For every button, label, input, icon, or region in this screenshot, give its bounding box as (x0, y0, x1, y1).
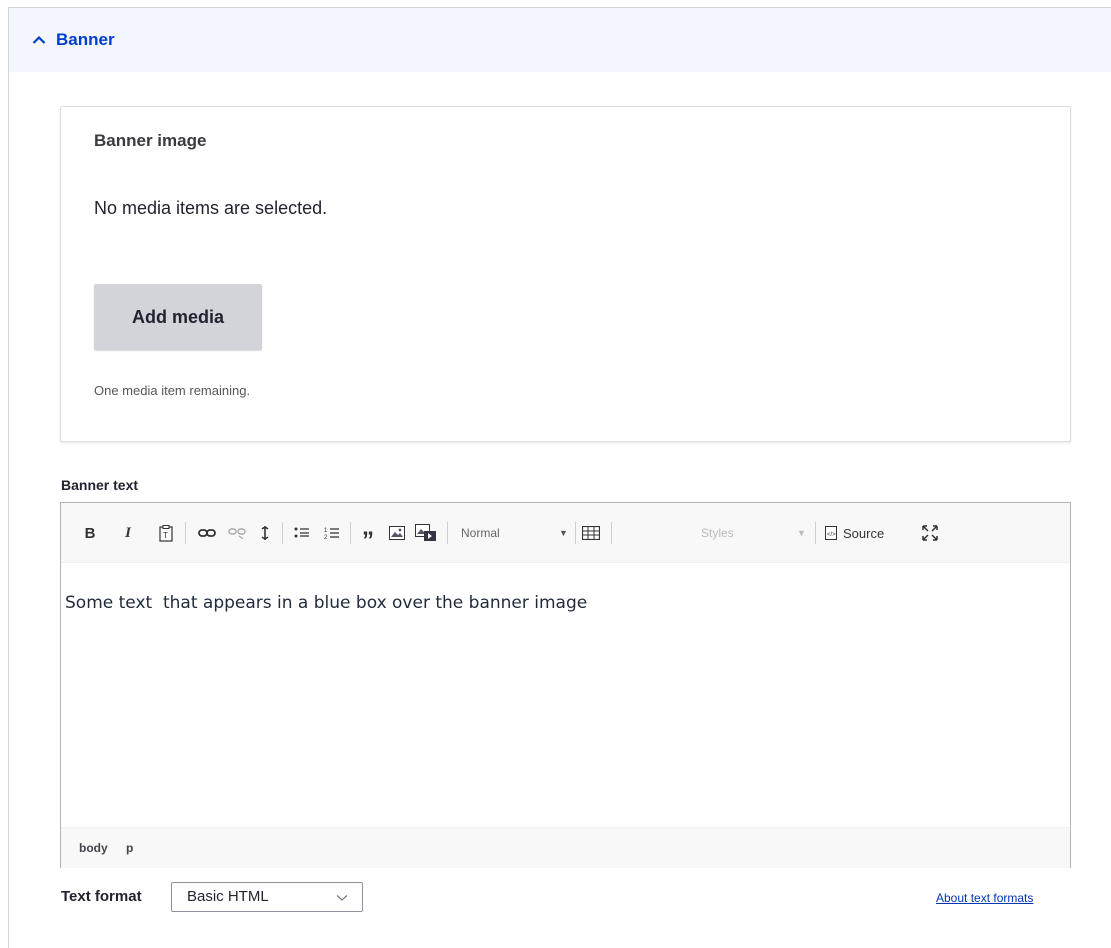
dropdown-arrow-icon: ▼ (559, 528, 568, 538)
media-icon[interactable] (415, 524, 437, 542)
bulleted-list-icon[interactable] (293, 524, 311, 542)
toolbar-separator (447, 522, 448, 544)
path-item-body[interactable]: body (79, 841, 108, 855)
toolbar-separator (282, 522, 283, 544)
text-format-label: Text format (61, 888, 142, 905)
editor-content[interactable]: Some text that appears in a blue box ove… (65, 593, 587, 613)
svg-text:</>: </> (827, 532, 836, 538)
path-item-p[interactable]: p (126, 841, 133, 855)
svg-text:1: 1 (324, 528, 328, 534)
numbered-list-icon[interactable]: 12 (323, 524, 341, 542)
dropdown-arrow-icon: ▼ (797, 528, 806, 538)
paste-text-icon[interactable]: T (158, 524, 174, 542)
format-dropdown-value: Normal (461, 526, 500, 540)
styles-dropdown[interactable]: Styles ▼ (701, 524, 806, 542)
svg-text:T: T (163, 531, 168, 540)
media-remaining-text: One media item remaining. (94, 383, 251, 398)
about-text-formats-link[interactable]: About text formats (936, 891, 1033, 905)
bold-button[interactable]: B (83, 524, 97, 542)
chevron-up-icon[interactable] (29, 30, 49, 50)
unlink-icon[interactable] (228, 524, 246, 542)
blockquote-button[interactable]: ” (359, 524, 377, 553)
toolbar-separator (611, 522, 612, 544)
no-media-message: No media items are selected. (94, 198, 328, 218)
banner-text-label: Banner text (61, 477, 139, 493)
source-label: Source (843, 525, 885, 541)
rich-text-editor: B I T 12 ” Normal ▼ Styles ▼ </> Source … (60, 502, 1071, 868)
table-icon[interactable] (581, 524, 601, 542)
toolbar-separator (575, 522, 576, 544)
format-dropdown[interactable]: Normal ▼ (461, 524, 571, 542)
italic-button[interactable]: I (121, 524, 135, 542)
source-button[interactable]: </> Source (825, 524, 905, 542)
image-icon[interactable] (388, 524, 406, 542)
banner-section-title[interactable]: Banner (56, 30, 115, 50)
svg-text:2: 2 (324, 535, 328, 540)
add-media-button[interactable]: Add media (94, 284, 262, 350)
banner-image-label: Banner image (94, 131, 207, 150)
banner-image-field: Banner image No media items are selected… (60, 106, 1071, 442)
anchor-icon[interactable] (259, 524, 271, 542)
text-format-value: Basic HTML (187, 888, 269, 905)
toolbar-separator (350, 522, 351, 544)
editor-toolbar: B I T 12 ” Normal ▼ Styles ▼ </> Source (61, 503, 1070, 563)
editor-statusbar: body p (61, 827, 1070, 868)
toolbar-separator (815, 522, 816, 544)
maximize-icon[interactable] (921, 524, 939, 542)
link-icon[interactable] (198, 524, 216, 542)
banner-section-header[interactable]: Banner (9, 8, 1111, 72)
source-icon: </> (825, 526, 837, 540)
toolbar-separator (185, 522, 186, 544)
chevron-down-icon (336, 889, 348, 907)
text-format-select[interactable]: Basic HTML (171, 882, 363, 912)
styles-dropdown-value: Styles (701, 526, 734, 540)
